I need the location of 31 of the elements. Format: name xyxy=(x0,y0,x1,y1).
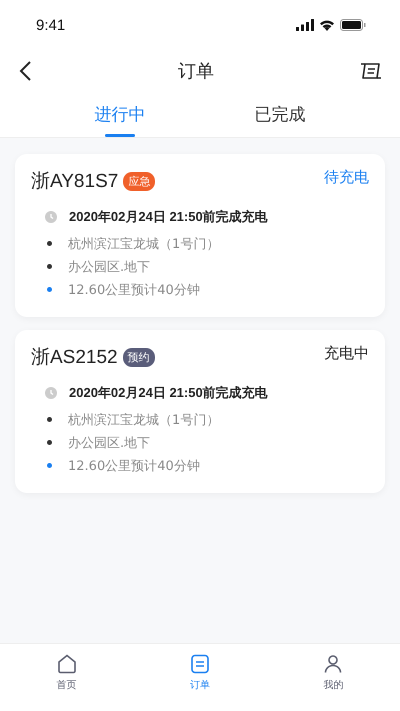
order-status: 充电中 xyxy=(324,344,369,363)
order-status: 待充电 xyxy=(324,168,369,187)
detail-text: 12.60公里预计40分钟 xyxy=(68,458,200,474)
plate-number: 浙AY81S7 xyxy=(31,170,118,194)
detail-text: 杭州滨江宝龙城（1号门） xyxy=(68,236,220,252)
list-icon xyxy=(190,654,210,674)
detail-text: 杭州滨江宝龙城（1号门） xyxy=(68,412,220,428)
wifi-icon xyxy=(319,19,335,31)
tab-bar-item[interactable]: 我的 xyxy=(266,644,400,701)
signal-icon xyxy=(296,19,314,31)
order-card[interactable]: 浙AS2152 预约 充电中 2020年02月24日 21:50前完成充电 杭州滨江宝龙城（1号门） 办公园区.地下 12.60公里预计40分钟 xyxy=(15,330,385,493)
tab-bar-item[interactable]: 首页 xyxy=(0,644,134,701)
tab[interactable]: 进行中 xyxy=(40,92,200,137)
order-tag: 应急 xyxy=(123,172,156,190)
deadline-text: 2020年02月24日 21:50前完成充电 xyxy=(69,384,268,402)
tab[interactable]: 已完成 xyxy=(200,92,360,137)
home-icon xyxy=(56,654,77,674)
battery-icon xyxy=(340,19,366,31)
status-time: 9:41 xyxy=(36,16,66,34)
order-card[interactable]: 浙AY81S7 应急 待充电 2020年02月24日 21:50前完成充电 杭州滨江宝龙城（1号门） 办公园区.地下 12.60公里预计40分钟 xyxy=(15,154,385,317)
deadline-text: 2020年02月24日 21:50前完成充电 xyxy=(69,208,268,226)
detail-text: 12.60公里预计40分钟 xyxy=(68,282,200,298)
person-icon xyxy=(323,654,344,674)
detail-text: 办公园区.地下 xyxy=(68,258,150,276)
tab-bar-item[interactable]: 订单 xyxy=(133,644,267,701)
order-tag: 预约 xyxy=(122,348,155,366)
clock-icon xyxy=(45,387,57,399)
plate-number: 浙AS2152 xyxy=(31,346,118,370)
page-title: 订单 xyxy=(178,60,214,83)
clock-icon xyxy=(45,211,57,223)
detail-text: 办公园区.地下 xyxy=(68,434,150,452)
